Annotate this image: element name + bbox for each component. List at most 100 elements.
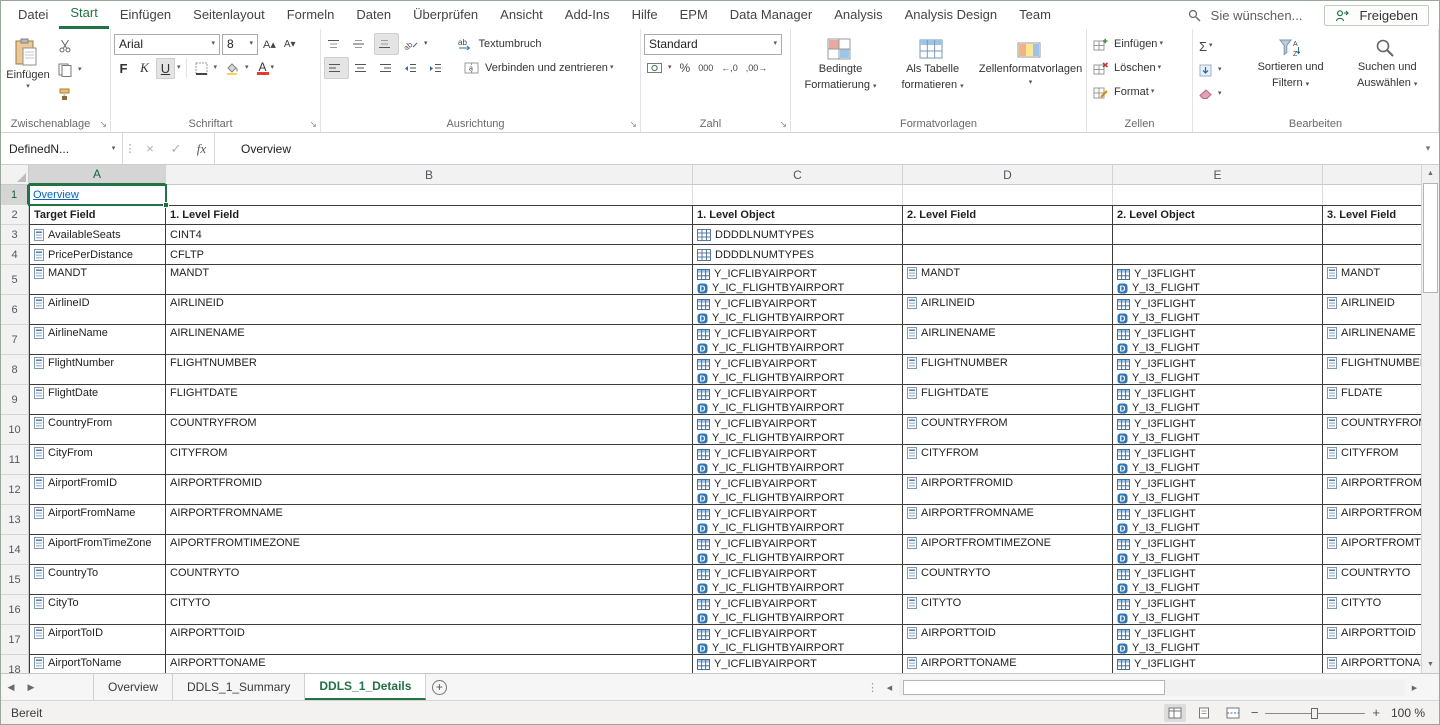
cell-C17[interactable]: Y_ICFLIBYAIRPORTDY_IC_FLIGHTBYAIRPORT [693,625,903,655]
cell-B7[interactable]: AIRLINENAME [166,325,693,355]
cell-B3[interactable]: CINT4 [166,225,693,245]
row-header-7[interactable]: 7 [1,325,29,355]
sheet-tab-ddls-1-details[interactable]: DDLS_1_Details [305,674,426,700]
cell-C14[interactable]: Y_ICFLIBYAIRPORTDY_IC_FLIGHTBYAIRPORT [693,535,903,565]
cell-F7[interactable]: AIRLINENAME [1323,325,1421,355]
cell-C1[interactable] [693,185,903,205]
cell-B1[interactable] [166,185,693,205]
column-header-F[interactable]: F [1323,165,1421,185]
tab-scroll-splitter[interactable]: ⋮ [867,674,878,700]
cell-C15[interactable]: Y_ICFLIBYAIRPORTDY_IC_FLIGHTBYAIRPORT [693,565,903,595]
italic-button[interactable]: K [135,58,154,79]
ribbon-tab-start[interactable]: Start [59,1,108,29]
dialog-launcher-alignment[interactable]: ↘ [629,120,637,129]
cell-C2[interactable]: 1. Level Object [693,205,903,225]
dialog-launcher-clipboard[interactable]: ↘ [99,120,107,129]
increase-decimal-button[interactable]: ←,0 [718,57,741,79]
sheet-tab-overview[interactable]: Overview [93,674,173,700]
decrease-indent-button[interactable] [401,57,424,79]
accounting-format-button[interactable]: ▾ [644,57,675,79]
zoom-level[interactable]: 100 % [1387,706,1425,720]
cell-B11[interactable]: CITYFROM [166,445,693,475]
cell-E6[interactable]: Y_I3FLIGHTDY_I3_FLIGHT [1113,295,1323,325]
cell-F2[interactable]: 3. Level Field [1323,205,1421,225]
cell-F18[interactable]: AIRPORTTONAME [1323,655,1421,673]
insert-function-button[interactable]: fx [189,133,215,164]
row-header-6[interactable]: 6 [1,295,29,325]
row-header-11[interactable]: 11 [1,445,29,475]
cell-C11[interactable]: Y_ICFLIBYAIRPORTDY_IC_FLIGHTBYAIRPORT [693,445,903,475]
cell-A2[interactable]: Target Field [29,205,166,225]
cell-C10[interactable]: Y_ICFLIBYAIRPORTDY_IC_FLIGHTBYAIRPORT [693,415,903,445]
find-select-button[interactable]: Suchen und Auswählen ▾ [1339,32,1435,90]
cell-A13[interactable]: AirportFromName [29,505,166,535]
cell-F6[interactable]: AIRLINEID [1323,295,1421,325]
cell-D4[interactable] [903,245,1113,265]
cell-A12[interactable]: AirportFromID [29,475,166,505]
cell-A15[interactable]: CountryTo [29,565,166,595]
ribbon-tab-analysis-design[interactable]: Analysis Design [894,1,1009,29]
cell-C4[interactable]: DDDDLNUMTYPES [693,245,903,265]
cell-D9[interactable]: FLIGHTDATE [903,385,1113,415]
cell-E9[interactable]: Y_I3FLIGHTDY_I3_FLIGHT [1113,385,1323,415]
vertical-scroll-thumb[interactable] [1423,183,1438,293]
wrap-text-button[interactable]: ab Textumbruch [455,33,545,55]
zoom-out-button[interactable]: − [1251,705,1259,720]
cell-C12[interactable]: Y_ICFLIBYAIRPORTDY_IC_FLIGHTBYAIRPORT [693,475,903,505]
font-size-select[interactable]: 8▾ [222,34,258,55]
cell-styles-button[interactable]: Zellenformatvorlagen ▾ [978,32,1083,87]
normal-view-button[interactable] [1164,704,1186,722]
borders-button[interactable]: ▾ [192,57,221,79]
cell-E1[interactable] [1113,185,1323,205]
cell-E18[interactable]: Y_I3FLIGHTDY_I3_FLIGHT [1113,655,1323,673]
cell-B17[interactable]: AIRPORTTOID [166,625,693,655]
cell-D8[interactable]: FLIGHTNUMBER [903,355,1113,385]
page-break-view-button[interactable] [1222,704,1244,722]
cell-D5[interactable]: MANDT [903,265,1113,295]
cell-A7[interactable]: AirlineName [29,325,166,355]
vertical-scrollbar[interactable]: ▲ ▼ [1421,165,1439,673]
cell-F13[interactable]: AIRPORTFROMNAME [1323,505,1421,535]
cell-A1[interactable]: Overview [29,185,166,205]
dialog-launcher-font[interactable]: ↘ [309,120,317,129]
cell-E17[interactable]: Y_I3FLIGHTDY_I3_FLIGHT [1113,625,1323,655]
cell-F4[interactable] [1323,245,1421,265]
row-header-17[interactable]: 17 [1,625,29,655]
format-cells-button[interactable]: Format ▾ [1090,80,1189,104]
cell-E16[interactable]: Y_I3FLIGHTDY_I3_FLIGHT [1113,595,1323,625]
align-top-button[interactable] [324,33,347,55]
cell-D2[interactable]: 2. Level Field [903,205,1113,225]
cell-A16[interactable]: CityTo [29,595,166,625]
sort-filter-button[interactable]: AZ Sortieren und Filtern ▾ [1242,32,1340,90]
cell-C7[interactable]: Y_ICFLIBYAIRPORTDY_IC_FLIGHTBYAIRPORT [693,325,903,355]
formula-bar-handle[interactable]: ⋮ [123,133,137,164]
cell-C5[interactable]: Y_ICFLIBYAIRPORTDY_IC_FLIGHTBYAIRPORT [693,265,903,295]
fill-button[interactable]: ▾ [1196,59,1242,81]
horizontal-scroll-thumb[interactable] [903,680,1165,695]
row-header-12[interactable]: 12 [1,475,29,505]
ribbon-tab-überprüfen[interactable]: Überprüfen [402,1,489,29]
decrease-font-button[interactable]: A▾ [281,33,299,55]
cell-E8[interactable]: Y_I3FLIGHTDY_I3_FLIGHT [1113,355,1323,385]
cell-E10[interactable]: Y_I3FLIGHTDY_I3_FLIGHT [1113,415,1323,445]
cell-F14[interactable]: AIPORTFROMTIMEZONE [1323,535,1421,565]
clear-button[interactable]: ▾ [1196,83,1242,105]
cell-F10[interactable]: COUNTRYFROM [1323,415,1421,445]
cell-A4[interactable]: PricePerDistance [29,245,166,265]
cell-A5[interactable]: MANDT [29,265,166,295]
cell-D1[interactable] [903,185,1113,205]
cell-D14[interactable]: AIPORTFROMTIMEZONE [903,535,1113,565]
cell-F16[interactable]: CITYTO [1323,595,1421,625]
cell-D12[interactable]: AIRPORTFROMID [903,475,1113,505]
cell-F17[interactable]: AIRPORTTOID [1323,625,1421,655]
select-all-button[interactable] [1,165,29,185]
cell-C13[interactable]: Y_ICFLIBYAIRPORTDY_IC_FLIGHTBYAIRPORT [693,505,903,535]
column-header-B[interactable]: B [166,165,693,185]
ribbon-tab-einfügen[interactable]: Einfügen [109,1,182,29]
cut-button[interactable] [55,35,85,57]
copy-button[interactable]: ▾ [55,59,85,81]
row-header-4[interactable]: 4 [1,245,29,265]
row-header-13[interactable]: 13 [1,505,29,535]
format-painter-button[interactable] [55,83,85,105]
cell-D15[interactable]: COUNTRYTO [903,565,1113,595]
